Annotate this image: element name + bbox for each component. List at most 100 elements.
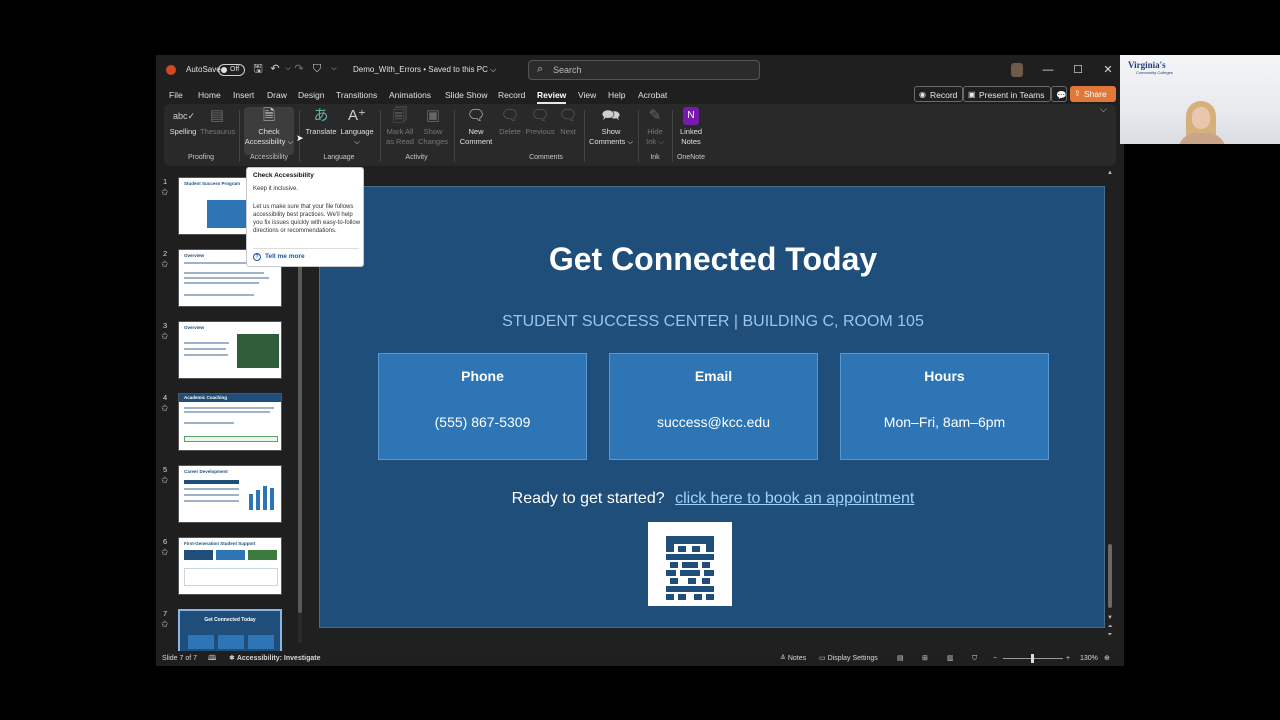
thumbnail-text-line xyxy=(184,354,228,356)
slide-thumbnail-5[interactable]: Career Development xyxy=(178,465,282,523)
fit-to-window-icon[interactable]: ⊕ xyxy=(1104,653,1110,665)
tab-home[interactable]: Home xyxy=(198,88,221,102)
next-comment-button[interactable]: 🗨 Next xyxy=(556,107,580,155)
tab-slide-show[interactable]: Slide Show xyxy=(445,88,488,102)
show-comments-icon: 🗪 xyxy=(601,107,621,124)
spelling-button[interactable]: abc✓ Spelling xyxy=(168,107,198,155)
tab-record[interactable]: Record xyxy=(498,88,525,102)
search-box[interactable]: ⌕ xyxy=(528,60,760,80)
notes-label: Notes xyxy=(787,655,807,662)
tab-help[interactable]: Help xyxy=(608,88,625,102)
new-comment-button[interactable]: 🗨 New Comment xyxy=(458,107,494,155)
check-accessibility-tooltip: Check Accessibility Keep it inclusive. L… xyxy=(246,167,364,267)
zoom-out-icon[interactable]: − xyxy=(993,653,997,665)
tab-view[interactable]: View xyxy=(578,88,596,102)
record-button[interactable]: ◉ Record xyxy=(914,86,964,102)
tab-insert[interactable]: Insert xyxy=(233,88,254,102)
thumbnail-card xyxy=(218,635,244,649)
show-changes-button[interactable]: ▣ Show Changes xyxy=(417,107,449,155)
maximize-icon[interactable]: ☐ xyxy=(1063,55,1093,85)
thumbnail-card xyxy=(216,550,245,560)
transition-star-icon: ✩ xyxy=(161,187,169,197)
previous-comment-icon: 🗨 xyxy=(530,107,550,124)
previous-comment-button[interactable]: 🗨 Previous xyxy=(525,107,555,155)
slide-title[interactable]: Get Connected Today xyxy=(320,241,1104,278)
contact-card-hours[interactable]: Hours Mon–Fri, 8am–6pm xyxy=(840,353,1049,460)
display-settings-button[interactable]: ▭ Display Settings xyxy=(819,653,878,665)
redo-icon[interactable]: ↷ xyxy=(293,63,305,75)
previous-slide-icon[interactable]: ⏶ xyxy=(1106,624,1114,631)
scroll-down-icon[interactable]: ▼ xyxy=(1106,615,1114,621)
tell-me-more-link[interactable]: ? Tell me more xyxy=(253,253,305,261)
notes-button[interactable]: ≙ Notes xyxy=(780,653,806,665)
slide-subtitle[interactable]: STUDENT SUCCESS CENTER | BUILDING C, ROO… xyxy=(320,313,1104,331)
tab-animations[interactable]: Animations xyxy=(389,88,431,102)
book-appointment-link[interactable]: click here to book an appointment xyxy=(675,490,914,507)
user-avatar[interactable] xyxy=(1011,63,1023,77)
new-comment-label-2: Comment xyxy=(459,137,493,146)
accessibility-check-icon: 🗎 xyxy=(262,107,276,124)
comments-pane-button[interactable]: 💬 xyxy=(1051,86,1067,102)
hide-ink-button[interactable]: ✎ Hide Ink ⌵ xyxy=(642,107,668,155)
slide-thumbnail-3[interactable]: Overview xyxy=(178,321,282,379)
thumbnail-text-line xyxy=(184,282,259,284)
accessibility-status[interactable]: ✱ Accessibility: Investigate xyxy=(229,653,320,665)
share-button[interactable]: ⇪ Share xyxy=(1070,86,1116,102)
document-title[interactable]: Demo_With_Errors • Saved to this PC ⌵ xyxy=(353,55,496,85)
autosave-toggle[interactable]: Off xyxy=(218,64,245,76)
search-input[interactable] xyxy=(553,63,753,77)
save-icon[interactable]: 🖫 xyxy=(252,63,264,75)
group-proofing: Proofing xyxy=(187,154,215,161)
tab-transitions[interactable]: Transitions xyxy=(336,88,377,102)
contact-card-email[interactable]: Email success@kcc.edu xyxy=(609,353,818,460)
search-icon: ⌕ xyxy=(537,63,544,75)
hide-ink-label-1: Hide xyxy=(647,127,663,136)
undo-icon[interactable]: ↶ xyxy=(269,63,281,75)
slide-number: 4 xyxy=(163,393,168,402)
scrollbar-thumb[interactable] xyxy=(1108,544,1112,608)
mark-all-as-read-button[interactable]: 🗐 Mark All as Read xyxy=(384,107,416,155)
language-button[interactable]: A⁺ Language ⌵ xyxy=(339,107,375,155)
customize-toolbar-icon[interactable]: ⌵ xyxy=(328,63,340,75)
close-icon[interactable]: ✕ xyxy=(1093,55,1123,85)
zoom-in-icon[interactable]: + xyxy=(1066,653,1070,665)
zoom-slider[interactable] xyxy=(1003,654,1063,663)
tell-me-more-label: Tell me more xyxy=(265,253,305,260)
present-in-teams-button[interactable]: ▣ Present in Teams xyxy=(963,86,1051,102)
present-in-teams-label: Present in Teams xyxy=(979,90,1045,100)
zoom-level[interactable]: 130% xyxy=(1080,653,1098,665)
next-slide-icon[interactable]: ⏷ xyxy=(1106,632,1114,639)
slide-thumbnail-4[interactable]: Academic Coaching xyxy=(178,393,282,451)
minimize-icon[interactable]: — xyxy=(1033,55,1063,85)
translate-button[interactable]: あ Translate xyxy=(304,107,338,155)
slide-scrollbar[interactable]: ▲ ▼ ⏶ ⏷ xyxy=(1106,169,1114,651)
current-slide[interactable]: Get Connected Today STUDENT SUCCESS CENT… xyxy=(319,186,1105,628)
slide-thumbnail-6[interactable]: First-Generation Student Support xyxy=(178,537,282,595)
slide-thumbnail-7[interactable]: Get Connected Today xyxy=(178,609,282,651)
next-label: Next xyxy=(560,127,576,136)
delete-comment-button[interactable]: 🗨 Delete xyxy=(496,107,524,155)
reading-view-icon[interactable]: ▥ xyxy=(947,653,954,665)
zoom-slider-handle[interactable] xyxy=(1031,654,1034,663)
thesaurus-button[interactable]: ▤ Thesaurus xyxy=(200,107,235,155)
present-from-start-icon[interactable]: ⛉ xyxy=(311,63,323,75)
tab-draw[interactable]: Draw xyxy=(267,88,287,102)
slide-sorter-icon[interactable]: ⊞ xyxy=(922,653,928,665)
linked-notes-button[interactable]: N Linked Notes xyxy=(676,107,706,155)
tab-design[interactable]: Design xyxy=(298,88,324,102)
slideshow-icon[interactable]: ⛉ xyxy=(972,653,977,665)
tab-file[interactable]: File xyxy=(169,88,183,102)
tab-review[interactable]: Review xyxy=(537,88,567,104)
check-accessibility-button[interactable]: 🗎 Check Accessibility ⌵ xyxy=(244,107,294,155)
transition-star-icon: ✩ xyxy=(161,619,169,629)
ribbon-collapse-icon[interactable]: ⌵ xyxy=(1100,104,1107,115)
normal-view-icon[interactable]: ▤ xyxy=(897,653,904,665)
contact-card-phone[interactable]: Phone (555) 867-5309 xyxy=(378,353,587,460)
linked-notes-label-2: Notes xyxy=(681,137,701,146)
scroll-up-icon[interactable]: ▲ xyxy=(1106,170,1114,176)
spellcheck-icon[interactable]: 🕮 xyxy=(208,653,216,665)
qr-code[interactable] xyxy=(648,522,732,606)
show-comments-button[interactable]: 🗪 Show Comments ⌵ xyxy=(588,107,634,155)
college-logo: Virginia's xyxy=(1128,60,1166,70)
tab-acrobat[interactable]: Acrobat xyxy=(638,88,667,102)
